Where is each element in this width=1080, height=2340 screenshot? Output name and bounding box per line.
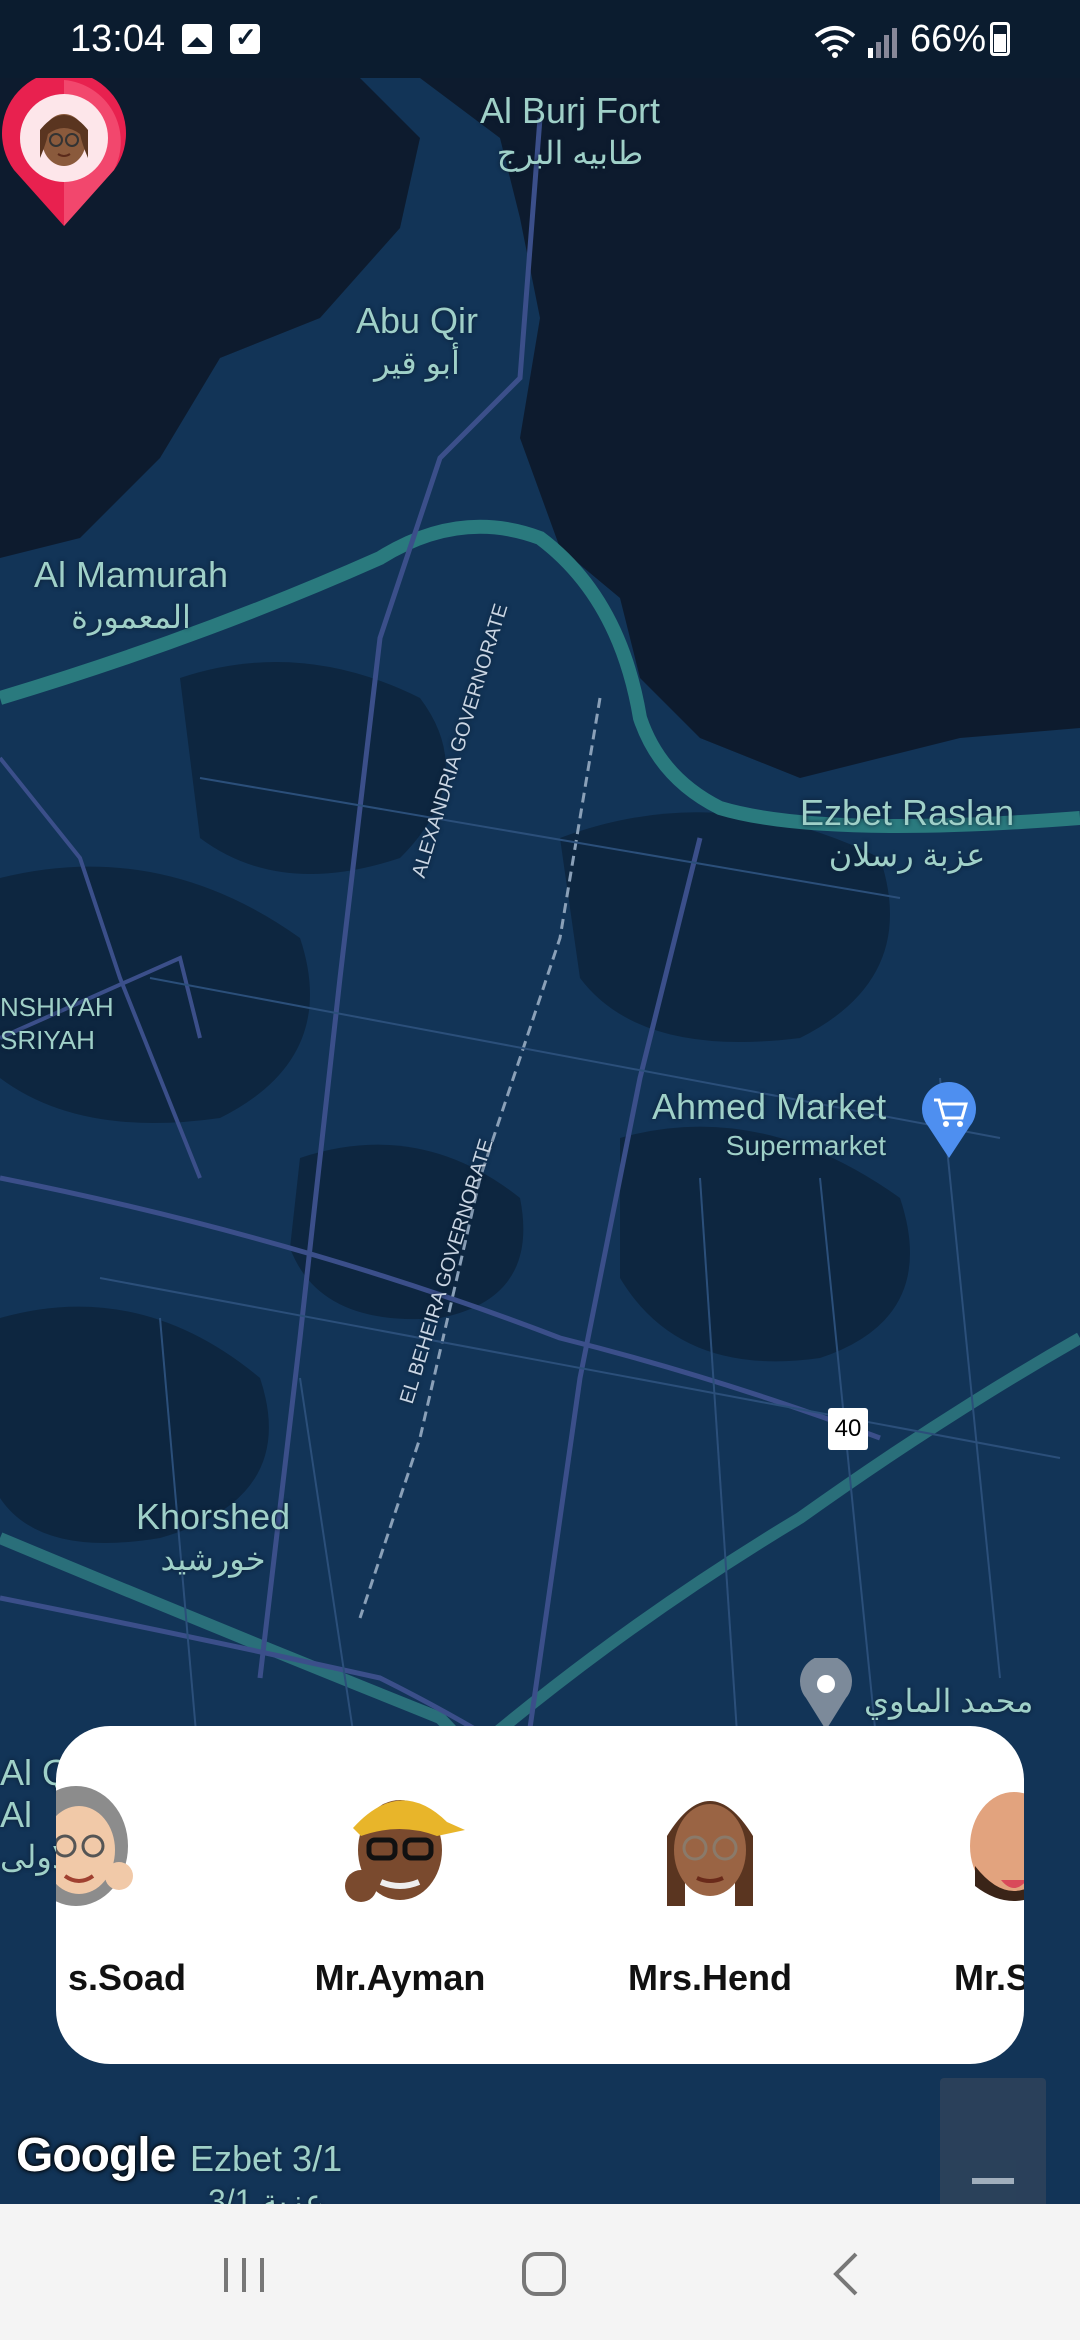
friends-carousel[interactable]: s.Soad Mr.Ayman Mrs.Hend Mr.S [56, 1726, 1024, 2064]
map-label-partial: NSHIYAH SRIYAH [0, 992, 114, 1055]
friend-name: s.Soad [67, 1957, 186, 1998]
gallery-icon [182, 24, 212, 54]
avatar [345, 1800, 465, 1902]
back-icon[interactable] [818, 2244, 878, 2304]
battery-percent: 66% [910, 18, 987, 60]
signal-icon [868, 28, 897, 58]
user-location-pin[interactable] [0, 78, 128, 228]
friend-item[interactable]: Mr.Ayman [290, 1766, 510, 1999]
check-icon [230, 22, 260, 54]
route-shield: 40 [828, 1408, 868, 1450]
avatar [667, 1801, 753, 1906]
location-marker-icon[interactable] [798, 1658, 854, 1732]
status-time: 13:04 [70, 18, 166, 60]
friend-name: Mrs.Hend [627, 1957, 793, 1998]
map-label: محمد الماوي [864, 1683, 1034, 1719]
system-nav-bar [0, 2204, 1080, 2340]
recent-apps-icon[interactable] [214, 2244, 274, 2304]
map-label: Khorshed خورشيد [136, 1496, 291, 1577]
wifi-icon [814, 26, 856, 58]
zoom-out-button[interactable] [940, 2078, 1046, 2204]
map-label: Al Mamurah المعمورة [34, 554, 229, 635]
friend-item[interactable]: Mr.S [904, 1766, 1024, 1999]
map-label: Abu Qir أبو قير [356, 300, 479, 381]
battery-icon [990, 22, 1010, 56]
friend-item[interactable]: Mrs.Hend [600, 1766, 820, 1999]
poi-label[interactable]: Ahmed Market Supermarket [652, 1086, 886, 1162]
map-label: Al Burj Fort طابيه البرج [480, 90, 661, 171]
avatar [56, 1786, 133, 1906]
status-bar: 13:04 66% [0, 0, 1080, 78]
friend-name: Mr.Ayman [314, 1957, 486, 1998]
friend-name: Mr.S [954, 1957, 1024, 1998]
shopping-cart-icon[interactable] [920, 1082, 978, 1160]
map-label: Ezbet 3/1 عزبة 3/1 [190, 2138, 343, 2204]
avatar [970, 1792, 1024, 1901]
friend-item[interactable]: s.Soad [56, 1766, 186, 1999]
map-label: Ezbet Raslan عزبة رسلان [800, 792, 1015, 873]
home-icon[interactable] [514, 2244, 574, 2304]
google-logo: Google [16, 2129, 176, 2182]
